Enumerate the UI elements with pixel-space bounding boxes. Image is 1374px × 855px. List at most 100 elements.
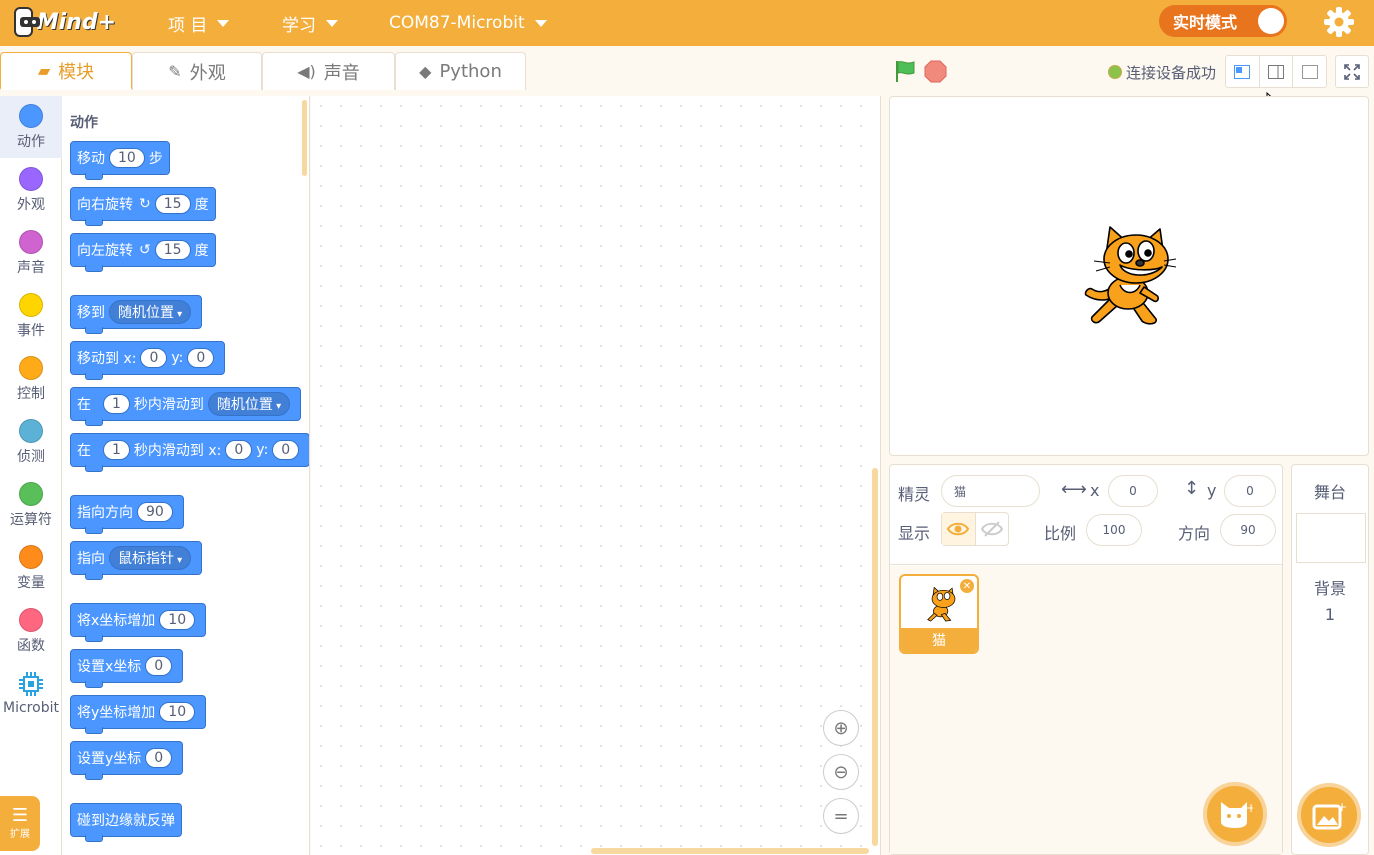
category-dot xyxy=(19,104,43,128)
gear-icon[interactable] xyxy=(1322,5,1356,39)
device-menu-label: COM87-Microbit xyxy=(389,13,525,33)
block-number-input[interactable]: 0 xyxy=(187,348,215,368)
normal-stage-icon xyxy=(1268,64,1284,79)
block-dropdown[interactable]: 鼠标指针 xyxy=(109,546,192,570)
block-point-towards[interactable]: 指向 鼠标指针 xyxy=(70,541,203,580)
block-number-input[interactable]: 10 xyxy=(159,610,196,630)
block-text: 向左旋转 xyxy=(77,243,133,259)
block-text: 移动到 x: xyxy=(77,351,137,367)
realtime-mode-toggle[interactable]: 实时模式 xyxy=(1159,5,1287,37)
add-sprite-cat-icon: + xyxy=(1221,801,1253,828)
category-looks[interactable]: 外观 xyxy=(0,159,62,221)
learn-menu[interactable]: 学习 xyxy=(282,0,338,46)
code-workspace[interactable]: ⊕ ⊖ = xyxy=(311,96,881,855)
menu-bar: Mind+ 项 目 学习 COM87-Microbit 实时模式 xyxy=(0,0,1374,46)
block-number-input[interactable]: 1 xyxy=(103,394,130,414)
block-turn-left[interactable]: 向左旋转 ↺ 15 度 xyxy=(70,233,216,272)
tab-python[interactable]: ◆ Python xyxy=(395,52,526,90)
category-motion[interactable]: 动作 xyxy=(0,96,62,158)
block-text: 度 xyxy=(194,197,209,213)
large-stage-button[interactable] xyxy=(1293,56,1326,87)
category-functions[interactable]: 函数 xyxy=(0,600,62,662)
stage-thumbnail[interactable] xyxy=(1296,513,1366,563)
normal-stage-button[interactable] xyxy=(1260,56,1294,87)
zoom-out-button[interactable]: ⊖ xyxy=(823,754,859,790)
stage-selector-panel[interactable]: 舞台 背景 1 + xyxy=(1291,464,1369,855)
block-change-x[interactable]: 将x坐标增加 10 xyxy=(70,603,207,642)
palette-scrollbar[interactable] xyxy=(302,100,307,176)
category-variables[interactable]: 变量 xyxy=(0,537,62,599)
show-sprite-button[interactable] xyxy=(942,513,976,545)
block-set-y[interactable]: 设置y坐标 0 xyxy=(70,741,184,780)
category-microbit[interactable]: Microbit xyxy=(0,663,62,725)
speaker-icon: ◀) xyxy=(297,62,316,81)
block-number-input[interactable]: 0 xyxy=(145,656,173,676)
cat-sprite-icon[interactable] xyxy=(1080,223,1178,329)
sprite-size-input[interactable]: 100 xyxy=(1086,514,1142,546)
block-glide-xy[interactable]: 在 1 秒内滑动到 x: 0 y: 0 xyxy=(70,433,309,472)
block-number-input[interactable]: 90 xyxy=(137,502,173,522)
block-number-input[interactable]: 0 xyxy=(272,440,300,460)
block-number-input[interactable]: 15 xyxy=(154,240,191,260)
zoom-reset-button[interactable]: = xyxy=(823,798,859,834)
delete-sprite-icon[interactable]: ✕ xyxy=(960,579,974,593)
category-control[interactable]: 控制 xyxy=(0,348,62,410)
block-goto-xy[interactable]: 移动到 x: 0 y: 0 xyxy=(70,341,226,380)
add-backdrop-button[interactable]: + xyxy=(1297,783,1361,847)
block-change-y[interactable]: 将y坐标增加 10 xyxy=(70,695,207,734)
category-sensing[interactable]: 侦测 xyxy=(0,411,62,473)
device-menu[interactable]: COM87-Microbit xyxy=(389,0,547,46)
category-sound[interactable]: 声音 xyxy=(0,222,62,284)
chevron-down-icon xyxy=(217,19,230,27)
block-glide-to[interactable]: 在 1 秒内滑动到 随机位置 xyxy=(70,387,302,426)
zoom-in-button[interactable]: ⊕ xyxy=(823,710,859,746)
sprite-name-input[interactable]: 猫 xyxy=(941,475,1040,507)
block-number-input[interactable]: 10 xyxy=(159,702,196,722)
block-point-direction[interactable]: 指向方向 90 xyxy=(70,495,184,534)
size-label: 比例 xyxy=(1044,524,1077,543)
block-number-input[interactable]: 0 xyxy=(145,748,173,768)
block-number-input[interactable]: 1 xyxy=(103,440,130,460)
fullscreen-button[interactable] xyxy=(1335,55,1369,88)
block-dropdown[interactable]: 随机位置 xyxy=(109,300,192,324)
project-menu[interactable]: 项 目 xyxy=(168,0,230,46)
direction-label: 方向 xyxy=(1178,524,1211,543)
block-number-input[interactable]: 15 xyxy=(154,194,191,214)
tab-sounds[interactable]: ◀) 声音 xyxy=(262,52,395,90)
block-turn-right[interactable]: 向右旋转 ↻ 15 度 xyxy=(70,187,216,226)
block-number-input[interactable]: 0 xyxy=(140,348,168,368)
stage-title: 舞台 xyxy=(1313,483,1346,502)
block-text: 指向 xyxy=(77,551,105,567)
extension-button[interactable]: ☰ 扩展 xyxy=(0,796,40,851)
tab-blocks[interactable]: ▰ 模块 xyxy=(0,52,132,90)
tab-costumes[interactable]: ✎ 外观 xyxy=(132,52,262,90)
category-label: 变量 xyxy=(17,575,45,591)
block-bounce[interactable]: 碰到边缘就反弹 xyxy=(70,803,182,842)
x-label: x xyxy=(1090,481,1100,500)
category-label: 控制 xyxy=(17,386,45,402)
stop-icon[interactable] xyxy=(924,60,947,83)
sprite-y-input[interactable]: 0 xyxy=(1224,475,1276,507)
eye-icon xyxy=(947,522,970,536)
block-set-x[interactable]: 设置x坐标 0 xyxy=(70,649,184,688)
workspace-horizontal-scrollbar[interactable] xyxy=(591,848,869,854)
small-stage-button[interactable] xyxy=(1226,56,1260,87)
block-move-steps[interactable]: 移动 10 步 xyxy=(70,141,170,180)
hide-sprite-button[interactable] xyxy=(976,513,1009,545)
category-events[interactable]: 事件 xyxy=(0,285,62,347)
green-flag-icon[interactable] xyxy=(893,59,917,83)
chevron-down-icon xyxy=(534,19,547,27)
category-dot xyxy=(19,293,43,317)
category-operators[interactable]: 运算符 xyxy=(0,474,62,536)
block-goto[interactable]: 移到 随机位置 xyxy=(70,295,203,334)
sprite-x-input[interactable]: 0 xyxy=(1108,475,1158,507)
add-sprite-button[interactable]: + xyxy=(1203,782,1267,846)
sprite-direction-input[interactable]: 90 xyxy=(1220,514,1276,546)
app-logo[interactable]: Mind+ xyxy=(14,4,116,40)
sprite-thumbnail[interactable]: ✕ 猫 xyxy=(899,574,979,654)
block-dropdown[interactable]: 随机位置 xyxy=(207,392,291,416)
block-number-input[interactable]: 0 xyxy=(225,440,253,460)
block-number-input[interactable]: 10 xyxy=(109,148,145,168)
rotate-right-icon: ↻ xyxy=(139,196,151,212)
workspace-vertical-scrollbar[interactable] xyxy=(872,468,878,846)
